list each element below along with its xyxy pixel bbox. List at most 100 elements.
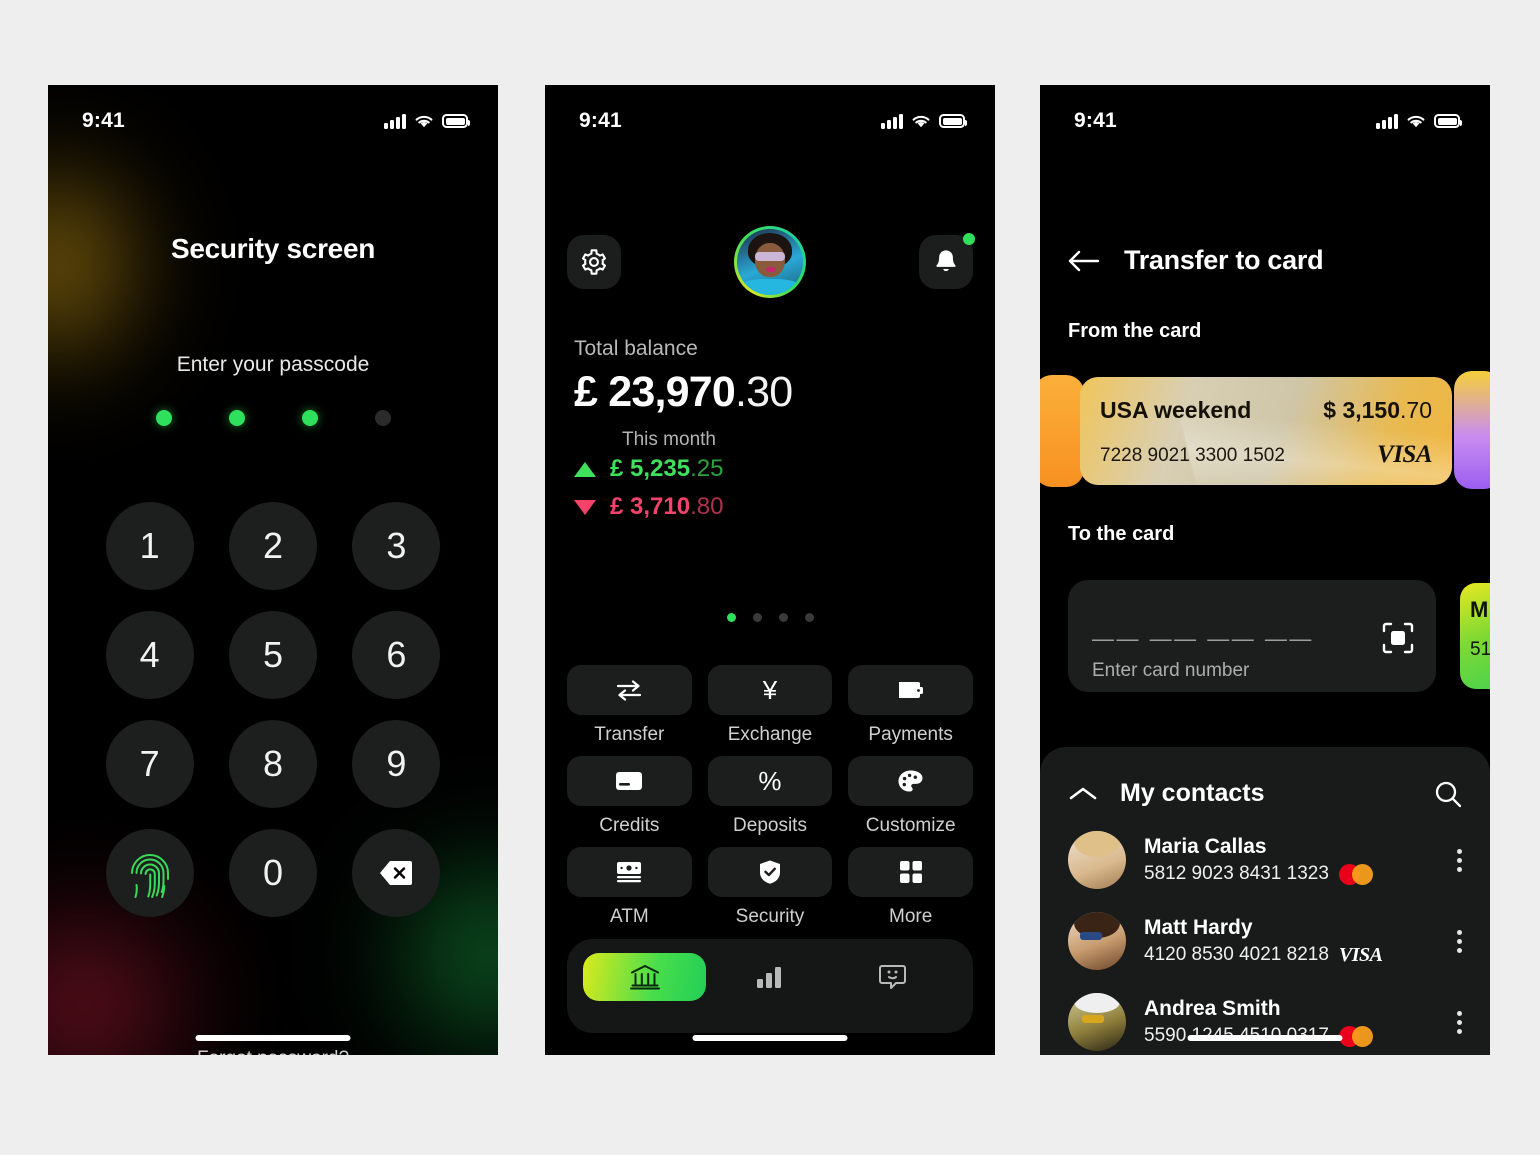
carousel-dot[interactable] — [752, 613, 762, 622]
bank-icon — [629, 964, 660, 990]
action-more[interactable]: More — [848, 847, 973, 928]
contact-row[interactable]: Maria Callas 5812 9023 8431 1323 — [1040, 831, 1490, 889]
avatar — [1068, 993, 1126, 1051]
peek-card-number: 51 — [1470, 639, 1490, 660]
cellular-signal-icon — [1376, 113, 1398, 129]
balance-label: Total balance — [574, 337, 698, 360]
action-customize[interactable]: Customize — [848, 756, 973, 837]
wifi-icon — [912, 115, 930, 127]
status-icons — [384, 113, 470, 129]
tab-home[interactable] — [583, 953, 706, 1001]
status-bar: 9:41 — [1040, 85, 1490, 143]
quick-actions-grid: Transfer ¥ Exchange Payments Credits % D… — [567, 665, 973, 928]
status-time: 9:41 — [82, 109, 125, 132]
key-1[interactable]: 1 — [105, 502, 194, 590]
status-icons — [1376, 113, 1462, 129]
credit-card-icon — [616, 772, 643, 790]
backspace-button[interactable] — [352, 829, 441, 917]
carousel-dot[interactable] — [804, 613, 814, 622]
back-arrow-icon[interactable] — [1068, 250, 1100, 272]
income-amount: £ 5,235.25 — [610, 455, 724, 482]
banknote-icon — [617, 862, 642, 883]
home-indicator — [1187, 1035, 1343, 1041]
chevron-up-icon[interactable] — [1068, 785, 1098, 803]
expense-row: £ 3,710.80 — [574, 493, 723, 521]
chat-smile-icon — [879, 965, 907, 989]
peek-card-orange[interactable] — [1040, 375, 1084, 487]
status-time: 9:41 — [1074, 109, 1117, 132]
wifi-icon — [1407, 115, 1425, 127]
action-label: Security — [735, 906, 805, 927]
action-payments[interactable]: Payments — [848, 665, 973, 746]
bottom-tab-bar — [567, 939, 973, 1033]
key-4[interactable]: 4 — [105, 611, 194, 699]
settings-button[interactable] — [567, 235, 621, 289]
kebab-menu-icon[interactable] — [1457, 848, 1462, 872]
fingerprint-button[interactable] — [105, 829, 194, 917]
kebab-menu-icon[interactable] — [1457, 1010, 1462, 1034]
mastercard-logo — [1338, 863, 1373, 885]
contact-card-row: 5812 9023 8431 1323 — [1144, 863, 1373, 885]
action-atm[interactable]: ATM — [567, 847, 692, 928]
from-card-number: 7228 9021 3300 1502 — [1100, 445, 1285, 466]
expense-amount: £ 3,710.80 — [610, 493, 724, 520]
key-8[interactable]: 8 — [228, 720, 317, 808]
bell-icon — [936, 250, 956, 272]
wallet-icon — [898, 682, 923, 698]
key-3[interactable]: 3 — [352, 502, 441, 590]
search-icon[interactable] — [1434, 780, 1462, 808]
gear-icon — [581, 249, 607, 275]
key-0[interactable]: 0 — [228, 829, 317, 917]
notifications-button[interactable] — [919, 233, 975, 289]
key-9[interactable]: 9 — [352, 720, 441, 808]
visa-logo: VISA — [1377, 441, 1432, 468]
battery-icon — [939, 114, 967, 128]
key-5[interactable]: 5 — [228, 611, 317, 699]
forgot-password-link[interactable]: Forgot password? — [48, 1048, 498, 1055]
card-number-placeholder: Enter card number — [1092, 660, 1250, 681]
kebab-menu-icon[interactable] — [1457, 929, 1462, 953]
card-number-input[interactable]: —— —— —— —— Enter card number — [1068, 580, 1436, 692]
this-month-label: This month — [622, 429, 716, 450]
action-label: ATM — [609, 906, 649, 927]
action-exchange[interactable]: ¥ Exchange — [707, 665, 833, 746]
total-balance-value: £ 23,970.30 — [574, 368, 793, 417]
to-card-label: To the card — [1068, 523, 1175, 545]
percent-icon: % — [758, 766, 782, 796]
status-time: 9:41 — [579, 109, 622, 132]
grid-icon — [899, 861, 922, 883]
avatar — [1068, 831, 1126, 889]
peek-card-purple[interactable] — [1454, 371, 1490, 489]
carousel-dot[interactable] — [778, 613, 788, 622]
from-card[interactable]: USA weekend $ 3,150.70 7228 9021 3300 15… — [1080, 377, 1452, 485]
phone-transfer-screen: 9:41 Transfer to card From the card USA … — [1040, 85, 1490, 1055]
scan-icon[interactable] — [1382, 622, 1414, 654]
wifi-icon — [415, 115, 433, 127]
contact-card-number: 5812 9023 8431 1323 — [1144, 863, 1329, 884]
yen-icon: ¥ — [762, 675, 778, 705]
key-7[interactable]: 7 — [105, 720, 194, 808]
action-label: Credits — [599, 815, 660, 836]
key-2[interactable]: 2 — [228, 502, 317, 590]
action-label: Deposits — [733, 815, 807, 836]
action-credits[interactable]: Credits — [567, 756, 692, 837]
contacts-panel: My contacts Maria Callas 5812 9023 8431 … — [1040, 747, 1490, 1055]
carousel-indicator — [545, 613, 995, 622]
fingerprint-icon — [130, 854, 169, 898]
peek-card-green[interactable]: M 51 — [1460, 583, 1490, 689]
avatar[interactable] — [734, 226, 806, 298]
action-deposits[interactable]: % Deposits — [707, 756, 833, 837]
backspace-icon — [380, 861, 413, 885]
arrow-up-icon — [574, 461, 596, 477]
tab-statistics[interactable] — [706, 953, 832, 1001]
carousel-dot[interactable] — [726, 613, 736, 622]
action-label: Customize — [865, 815, 956, 836]
tab-chat[interactable] — [832, 953, 958, 1001]
page-title: Transfer to card — [1124, 245, 1324, 275]
key-6[interactable]: 6 — [352, 611, 441, 699]
home-indicator — [692, 1035, 848, 1041]
contact-row[interactable]: Andrea Smith 5590 1245 4510 0317 — [1040, 993, 1490, 1051]
action-transfer[interactable]: Transfer — [567, 665, 692, 746]
action-security[interactable]: Security — [707, 847, 833, 928]
contact-row[interactable]: Matt Hardy 4120 8530 4021 8218 VISA — [1040, 912, 1490, 970]
